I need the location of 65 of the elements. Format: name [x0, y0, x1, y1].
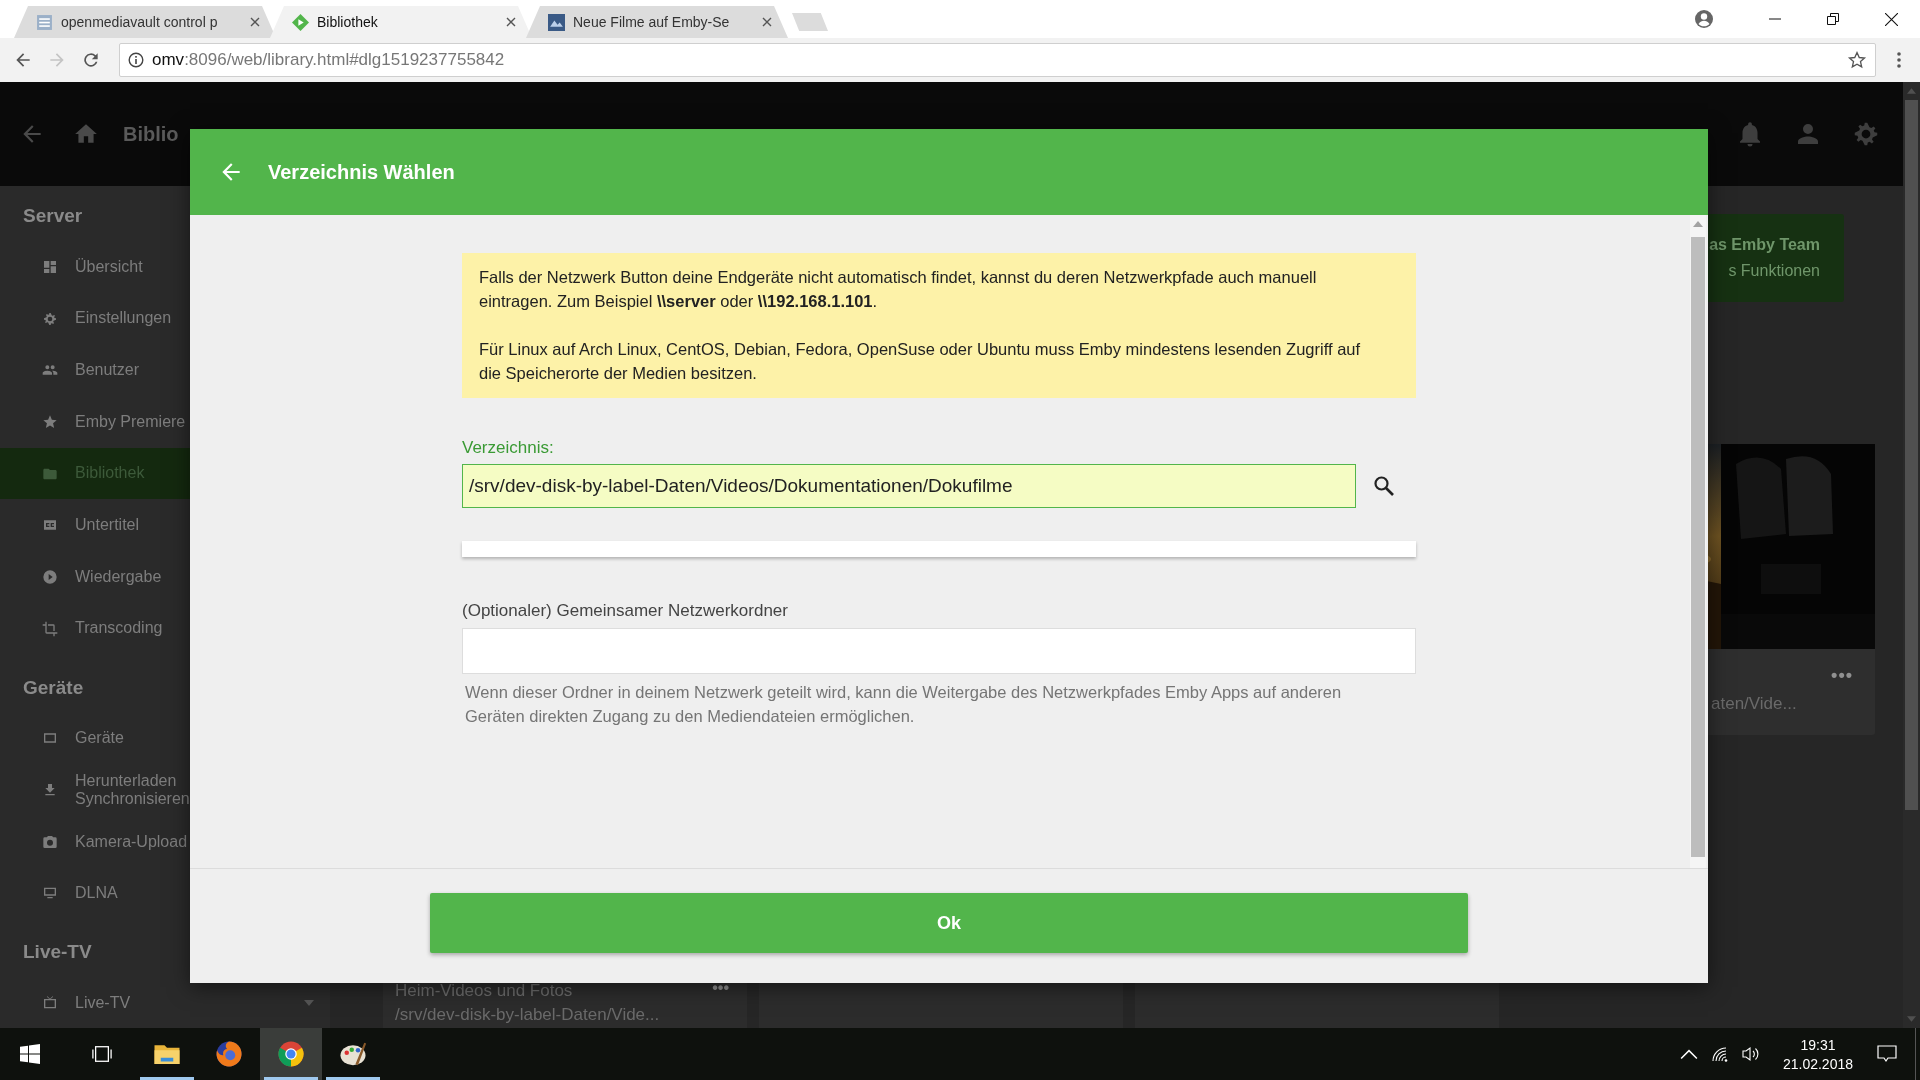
list-icon — [36, 13, 53, 31]
section-heading: Server — [22, 204, 84, 228]
more-button[interactable]: ••• — [1831, 665, 1853, 686]
address-field[interactable]: omv:8096/web/library.html#dlg1519237755842 — [119, 43, 1876, 77]
sidebar-item[interactable]: Herunterladen Synchronisieren — [0, 764, 330, 816]
bookmark-star-icon[interactable] — [1847, 50, 1867, 70]
search-icon[interactable] — [1372, 474, 1396, 498]
sidebar-item[interactable]: Benutzer — [0, 344, 330, 397]
field-label: Verzeichnis: — [462, 438, 555, 458]
crop-icon — [42, 620, 58, 637]
dialog-title: Verzeichnis Wählen — [268, 160, 455, 184]
share-field[interactable] — [462, 628, 1416, 674]
image-icon — [548, 13, 565, 31]
sidebar-item[interactable]: Live-TV — [0, 977, 330, 1028]
restore-icon[interactable] — [1827, 13, 1839, 25]
dashboard-icon — [42, 258, 58, 275]
path-field[interactable]: /srv/dev-disk-by-label-Daten/Videos/Dokumentationen/Dokufilme — [462, 464, 1356, 508]
info-icon[interactable] — [128, 52, 144, 68]
diamond-play-icon — [292, 13, 309, 31]
scrollbar[interactable] — [1903, 82, 1920, 1028]
notification-icon[interactable] — [1877, 1045, 1897, 1063]
scroll-thumb[interactable] — [1905, 100, 1918, 810]
promo-text: s Funktionen — [1728, 262, 1820, 280]
task-view-icon[interactable] — [92, 1044, 112, 1064]
sidebar-item[interactable]: Wiedergabe — [0, 551, 330, 603]
section-heading: Geräte — [22, 675, 85, 700]
camera-icon — [42, 833, 58, 850]
page-title: Biblio — [123, 122, 179, 146]
ok-button[interactable]: Ok — [430, 893, 1468, 953]
sidebar-item[interactable]: Untertitel — [0, 499, 330, 552]
account-icon[interactable] — [1694, 9, 1714, 29]
card-subtitle: /srv/dev-disk-by-label-Daten/Vide... — [395, 1004, 660, 1026]
section-heading: Live-TV — [22, 940, 93, 965]
notice-text: Falls der Netzwerk Button deine Endgeräte nicht automatisch findet, kannst du deren Netzwerkpfade auch manuell eintragen. Zum Beispiel \\server oder \\192.168.1.101. — [479, 267, 1318, 312]
menu-icon[interactable] — [1896, 50, 1902, 70]
round-logo-icon — [276, 1039, 306, 1069]
settings-icon — [42, 310, 58, 327]
scrollbar[interactable] — [1690, 215, 1706, 868]
url-text: omv:8096/web/library.html#dlg1519237755842 — [152, 50, 506, 70]
sidebar-item[interactable]: Einstellungen — [0, 292, 330, 345]
more-button[interactable]: ••• — [712, 979, 729, 997]
close-icon[interactable] — [506, 17, 516, 27]
volume-icon[interactable] — [1741, 1046, 1760, 1062]
sidebar-item[interactable]: Übersicht — [0, 241, 330, 293]
scroll-thumb[interactable] — [1691, 237, 1705, 857]
clock[interactable]: 19:31 21.02.2018 — [1782, 1036, 1853, 1072]
sidebar-item[interactable]: Geräte — [0, 712, 330, 765]
windows-icon[interactable] — [20, 1044, 40, 1064]
sidebar-item[interactable]: DLNA — [0, 867, 330, 920]
help-text: Wenn dieser Ordner in deinem Netzwerk geteilt wird, kann die Weitergabe des Netzwerkpfades Emby Apps auf anderen Geräten direkten Zugang zu den Mediendateien ermöglichen. — [464, 682, 1343, 727]
wifi-icon[interactable] — [1710, 1046, 1729, 1062]
fox-globe-icon — [214, 1039, 244, 1069]
field-label: (Optionaler) Gemeinsamer Netzwerkordner — [462, 601, 789, 621]
promo-text: as Emby Team — [1709, 236, 1820, 254]
sidebar-item[interactable]: Emby Premiere — [0, 396, 330, 448]
close-icon[interactable] — [1884, 12, 1898, 26]
star-icon — [42, 413, 58, 430]
card-subtitle: aten/Vide... — [1710, 694, 1797, 714]
browser-tab[interactable]: Neue Filme auf Emby-Se — [526, 6, 788, 38]
sidebar-item[interactable]: Kamera-Upload — [0, 815, 330, 868]
sidebar-item[interactable]: Transcoding — [0, 602, 330, 655]
reload-icon[interactable] — [81, 50, 101, 70]
play-icon — [42, 568, 58, 585]
notice-text: Für Linux auf Arch Linux, CentOS, Debian, Fedora, OpenSuse oder Ubuntu muss Emby mindestens lesenden Zugriff auf die Speicherorte der Medien besitzen. — [479, 339, 1362, 384]
taskbar-button[interactable] — [260, 1028, 322, 1080]
